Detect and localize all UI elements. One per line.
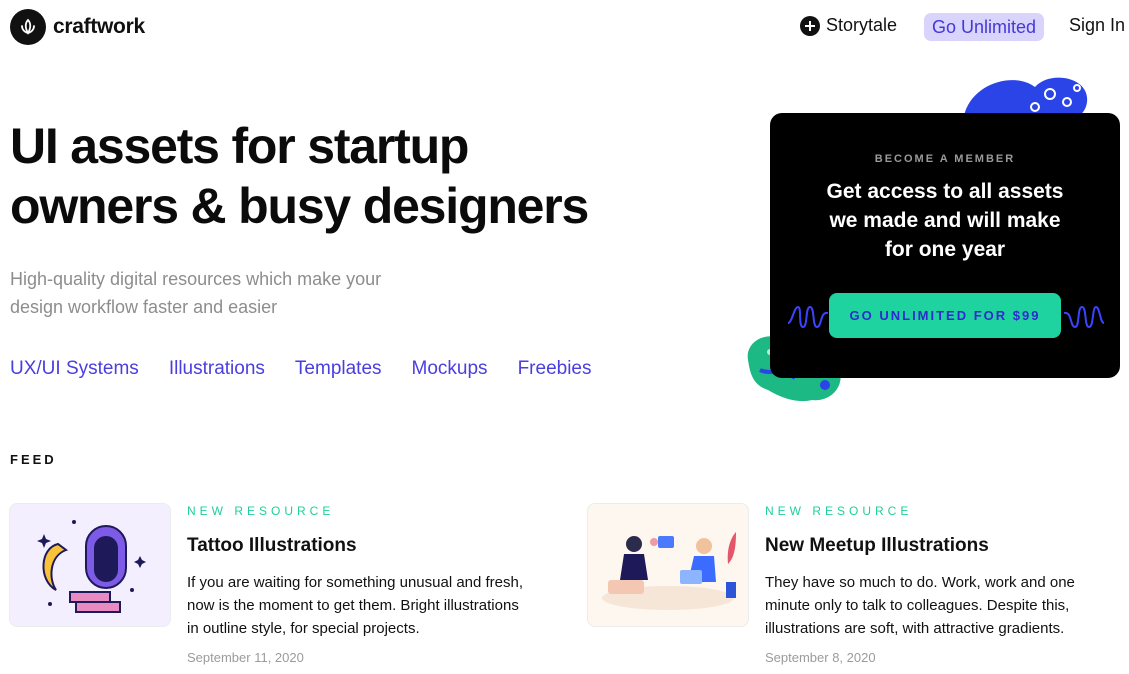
squiggle-left-icon: [787, 305, 829, 329]
meetup-illustration-image: [602, 532, 736, 610]
hero-subtitle: High-quality digital resources which mak…: [10, 265, 450, 321]
storytale-link[interactable]: Storytale: [800, 15, 897, 36]
hero-subtitle-line-1: High-quality digital resources which mak…: [10, 269, 382, 289]
category-nav: UX/UI Systems Illustrations Templates Mo…: [10, 358, 591, 380]
plus-icon: [800, 15, 820, 36]
feed-heading: FEED: [10, 452, 57, 467]
new-resource-badge: NEW RESOURCE: [187, 504, 335, 518]
hero-title-line-1: UI assets for startup: [10, 118, 469, 174]
feed-item-description-line-3: illustrations are soft, with attractive …: [765, 620, 1065, 637]
member-title-line-3: for one year: [884, 238, 1006, 261]
feed-item-date: September 8, 2020: [765, 650, 876, 665]
category-ux-ui-systems[interactable]: UX/UI Systems: [10, 358, 139, 380]
feed-item-description-line-1: If you are waiting for something unusual…: [187, 574, 524, 591]
member-label: BECOME A MEMBER: [874, 153, 1016, 165]
sign-in-link[interactable]: Sign In: [1069, 15, 1125, 36]
feed-item-date: September 11, 2020: [187, 650, 304, 665]
brand-name: craftwork: [53, 15, 145, 38]
category-freebies[interactable]: Freebies: [518, 358, 592, 380]
new-resource-badge: NEW RESOURCE: [765, 504, 913, 518]
feed-item-title[interactable]: Tattoo Illustrations: [187, 535, 357, 557]
feed-item-title[interactable]: New Meetup Illustrations: [765, 535, 989, 557]
hero-title: UI assets for startup owners & busy desi…: [10, 116, 710, 236]
feed-item-thumbnail[interactable]: [9, 503, 171, 627]
feed-item-thumbnail[interactable]: [587, 503, 749, 627]
go-unlimited-button[interactable]: Go Unlimited: [924, 13, 1045, 41]
squiggle-right-icon: [1063, 305, 1105, 329]
feed-item-description: They have so much to do. Work, work and …: [765, 571, 1125, 640]
feed-item-description-line-3: in outline style, for special projects.: [187, 620, 420, 637]
feed-item-description-line-1: They have so much to do. Work, work and …: [765, 574, 1075, 591]
hero-subtitle-line-2: design workflow faster and easier: [10, 297, 278, 317]
storytale-label: Storytale: [826, 15, 898, 35]
member-title-line-2: we made and will make: [829, 209, 1061, 232]
leaf-icon: [10, 9, 46, 45]
brand-logo[interactable]: craftwork: [10, 9, 145, 45]
feed-item-description: If you are waiting for something unusual…: [187, 571, 567, 640]
category-templates[interactable]: Templates: [295, 358, 382, 380]
membership-card: BECOME A MEMBER Get access to all assets…: [770, 113, 1120, 378]
category-illustrations[interactable]: Illustrations: [169, 358, 265, 380]
feed-item-description-line-2: now is the moment to get them. Bright il…: [187, 597, 519, 614]
feed-item-description-line-2: minute only to talk to colleagues. Despi…: [765, 597, 1070, 614]
hero-title-line-2: owners & busy designers: [10, 178, 589, 234]
member-title: Get access to all assets we made and wil…: [800, 177, 1090, 264]
go-unlimited-99-button[interactable]: GO UNLIMITED FOR $99: [829, 293, 1061, 338]
category-mockups[interactable]: Mockups: [412, 358, 488, 380]
tattoo-illustration-image: [37, 520, 146, 613]
member-title-line-1: Get access to all assets: [826, 180, 1064, 203]
